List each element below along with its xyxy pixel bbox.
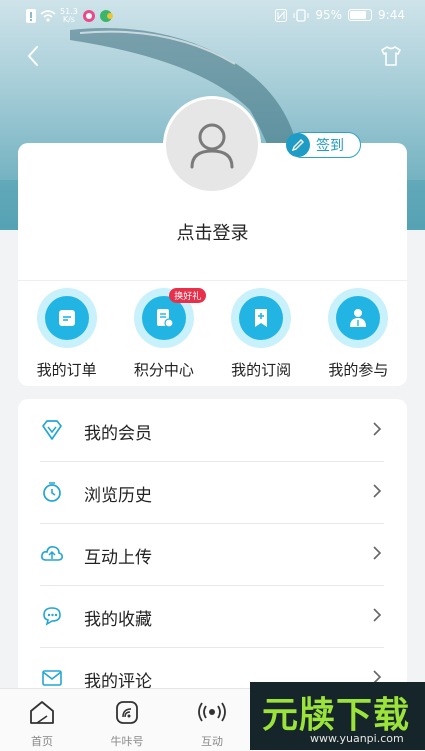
- network-speed-unit: K/s: [62, 15, 75, 24]
- cloud-upload-icon: [41, 546, 63, 561]
- menu-item-membership[interactable]: 我的会员: [40, 399, 384, 462]
- battery-percent: 95%: [315, 8, 343, 22]
- clock-time: 9:44: [378, 8, 405, 22]
- quick-action-participation[interactable]: 我的参与: [310, 288, 407, 380]
- chevron-right-icon: [373, 422, 382, 436]
- home-icon: [30, 701, 54, 724]
- vibrate-icon: [293, 8, 309, 22]
- app-notification-icon: [82, 10, 113, 22]
- quick-action-orders[interactable]: 我的订单: [18, 288, 115, 380]
- wifi-icon: [40, 10, 56, 22]
- back-arrow-icon[interactable]: [22, 44, 46, 68]
- menu-item-label: 我的收藏: [84, 610, 152, 630]
- default-user-icon: [190, 123, 234, 169]
- broadcast-icon: [198, 702, 226, 722]
- chevron-right-icon: [373, 484, 382, 498]
- tshirt-skin-icon[interactable]: [379, 44, 403, 68]
- nfc-icon: [275, 8, 288, 22]
- menu-item-label: 我的会员: [84, 424, 152, 444]
- sim-alert-icon: [26, 9, 36, 23]
- gift-badge: 换好礼: [169, 288, 207, 303]
- order-icon: [58, 310, 75, 326]
- divider: [18, 280, 407, 281]
- nk-icon: [116, 701, 138, 724]
- menu-item-label: 浏览历史: [84, 486, 152, 506]
- tab-nk[interactable]: 牛咔号: [97, 699, 157, 749]
- quick-actions: 我的订单 换好礼 积分中心 我的订阅 我的参与: [18, 288, 407, 380]
- menu-item-upload[interactable]: 互动上传: [40, 523, 384, 586]
- clock-icon: [43, 482, 61, 502]
- tab-interaction[interactable]: 互动: [182, 699, 242, 749]
- quick-action-subscriptions[interactable]: 我的订阅: [213, 288, 310, 380]
- status-bar: 51.3 K/s 95% 9:44: [0, 0, 425, 32]
- tab-label: 首页: [31, 735, 53, 748]
- tab-home[interactable]: 首页: [12, 699, 72, 749]
- watermark-title: 元牍下载: [262, 695, 411, 736]
- quick-action-label: 积分中心: [133, 361, 194, 379]
- menu-item-favorites[interactable]: 我的收藏: [40, 585, 384, 648]
- quick-action-label: 我的订单: [36, 361, 97, 379]
- avatar[interactable]: [163, 96, 261, 194]
- quick-action-label: 我的参与: [328, 361, 389, 379]
- mail-icon: [42, 670, 62, 686]
- watermark: 元牍下载 www.yuanpi.com: [250, 682, 425, 750]
- quick-action-points[interactable]: 换好礼 积分中心: [115, 288, 212, 380]
- quick-action-label: 我的订阅: [231, 361, 292, 379]
- chevron-right-icon: [373, 546, 382, 560]
- chevron-right-icon: [373, 608, 382, 622]
- tab-label: 互动: [201, 735, 223, 748]
- tab-label: 牛咔号: [110, 735, 144, 748]
- menu-item-label: 互动上传: [84, 548, 152, 568]
- battery-icon: [348, 9, 373, 21]
- bookmark-icon: [255, 309, 268, 327]
- signin-label: 签到: [316, 138, 344, 154]
- menu-list: 我的会员 浏览历史 互动上传 我的收藏 我的评论: [18, 399, 407, 699]
- watermark-url: www.yuanpi.com: [310, 732, 404, 745]
- pencil-icon: [291, 139, 304, 152]
- chat-bubbles-icon: [43, 607, 61, 626]
- menu-item-history[interactable]: 浏览历史: [40, 461, 384, 524]
- points-icon: [156, 309, 174, 328]
- login-prompt[interactable]: 点击登录: [18, 219, 407, 245]
- diamond-icon: [42, 420, 62, 440]
- signin-button[interactable]: 签到: [286, 132, 361, 158]
- participation-icon: [350, 309, 367, 327]
